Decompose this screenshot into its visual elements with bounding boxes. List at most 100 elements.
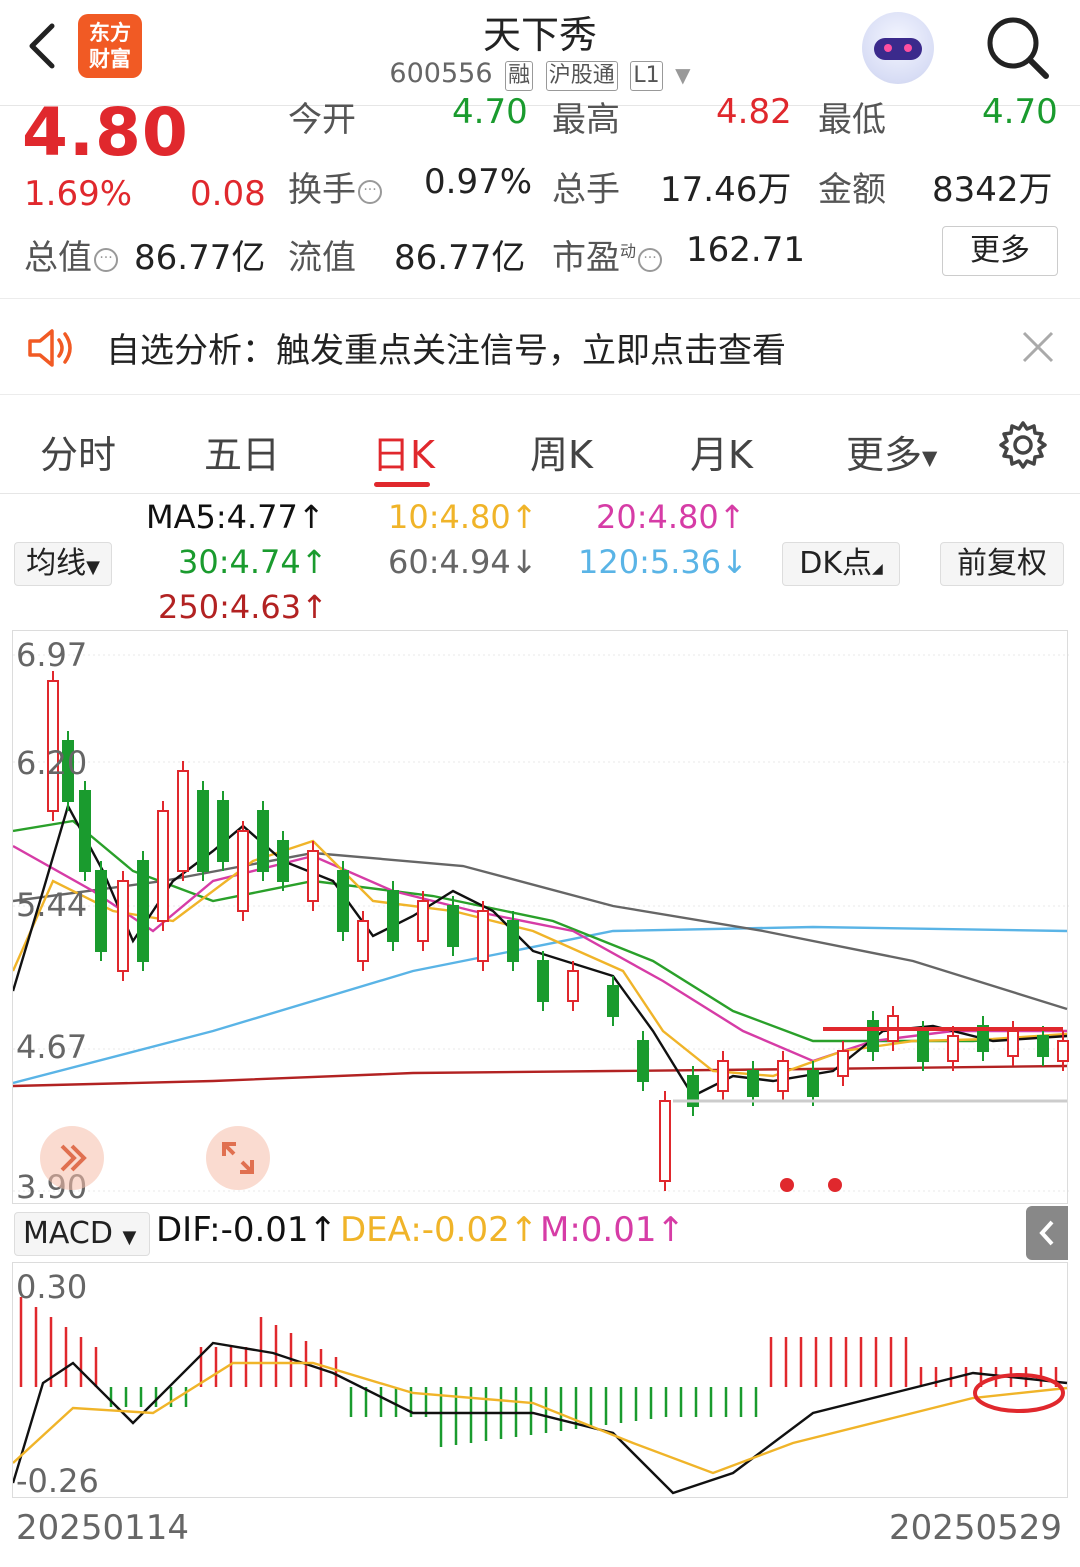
candle-body [257, 810, 269, 872]
kline-svg [11, 654, 1069, 1192]
macd-y-top: 0.30 [16, 1268, 88, 1306]
info-icon[interactable]: ··· [94, 247, 118, 272]
change-percent: 1.69% [24, 174, 133, 214]
dropdown-triangle-icon: ▼ [922, 445, 938, 470]
tab-five-day[interactable]: 五日 [204, 424, 280, 479]
candle-body [607, 985, 619, 1017]
speaker-icon [28, 329, 72, 367]
amount-label: 金额 [818, 170, 886, 210]
candle-body [137, 860, 149, 962]
tab-weekly-k[interactable]: 周K [530, 424, 593, 479]
turnover-value: 0.97% [424, 162, 533, 202]
candle-body [337, 870, 349, 932]
candle-body [387, 890, 399, 942]
candle-body [747, 1070, 759, 1097]
quote-panel: 4.80 1.69% 0.08 今开 4.70 最高 4.82 最低 4.70 … [0, 92, 1080, 298]
expand-left-button[interactable] [40, 1126, 104, 1190]
fullscreen-button[interactable] [206, 1126, 270, 1190]
market-cap-value: 86.77亿 [134, 238, 266, 278]
tab-monthly-k[interactable]: 月K [690, 424, 753, 479]
macd-svg [11, 1297, 1068, 1495]
candle-body [717, 1060, 729, 1092]
ma60-value: 60:4.94↓ [388, 543, 538, 581]
volume-label: 总手 [552, 170, 620, 210]
float-cap-label: 流值 [288, 238, 356, 278]
candle-body [837, 1050, 849, 1077]
ma-line [11, 802, 1068, 1098]
ma5-value: MA5:4.77↑ [146, 498, 325, 536]
info-icon[interactable]: ··· [638, 247, 663, 272]
adjust-mode-button[interactable]: 前复权 [940, 542, 1064, 586]
candle-body [947, 1035, 959, 1062]
tab-daily-k[interactable]: 日K [372, 424, 435, 479]
change-amount: 0.08 [190, 174, 266, 214]
notice-text: 自选分析：触发重点关注信号，立即点击查看 [106, 331, 786, 371]
tab-more[interactable]: 更多▼ [846, 424, 937, 479]
double-chevron-icon [60, 1144, 87, 1172]
marker-dot [828, 1178, 842, 1192]
candle-body [95, 870, 107, 952]
candle-body [1037, 1035, 1049, 1057]
low-value: 4.70 [982, 92, 1058, 132]
dea-line [12, 1361, 1068, 1475]
dropdown-triangle-icon: ▼ [86, 557, 100, 578]
dif-line [11, 1341, 1068, 1495]
period-tabs: 分时 五日 日K 周K 月K 更多▼ [0, 396, 1080, 494]
candle-body [417, 900, 429, 942]
ma30-value: 30:4.74↑ [178, 543, 328, 581]
last-price: 4.80 [22, 94, 189, 171]
ma-selector[interactable]: 均线▼ [14, 542, 112, 586]
candle-body [1007, 1030, 1019, 1057]
tag-margin: 融 [505, 61, 534, 91]
macd-dif: DIF:-0.01↑ [156, 1210, 338, 1250]
ma20-value: 20:4.80↑ [596, 498, 746, 536]
macd-chart[interactable] [11, 1262, 1068, 1498]
collapse-side-button[interactable] [1026, 1206, 1068, 1260]
close-icon[interactable] [1020, 329, 1056, 365]
candle-body [177, 770, 189, 872]
tag-connect: 沪股通 [545, 61, 618, 91]
search-icon[interactable] [982, 12, 1052, 82]
candle-body [1057, 1040, 1069, 1062]
dropdown-triangle-icon[interactable]: ▼ [675, 63, 690, 87]
float-cap-value: 86.77亿 [394, 238, 526, 278]
open-value: 4.70 [452, 92, 528, 132]
high-value: 4.82 [716, 92, 792, 132]
robot-assistant-icon[interactable] [862, 12, 934, 84]
candle-body [659, 1100, 671, 1182]
ma10-value: 10:4.80↑ [388, 498, 538, 536]
more-quote-button[interactable]: 更多 [942, 226, 1058, 276]
pe-label: 市盈动 ··· [552, 230, 663, 279]
turnover-label: 换手 ··· [288, 162, 382, 211]
macd-m: M:0.01↑ [540, 1210, 685, 1250]
dropdown-triangle-icon: ▼ [122, 1227, 137, 1248]
start-date: 20250114 [16, 1508, 190, 1548]
candle-body [447, 905, 459, 947]
chevron-left-icon [1039, 1220, 1054, 1246]
candle-body [237, 830, 249, 912]
y-axis-label-top: 6.97 [16, 636, 88, 674]
notice-bar[interactable]: 自选分析：触发重点关注信号，立即点击查看 [0, 299, 1080, 395]
volume-value: 17.46万 [660, 170, 792, 210]
candle-body [357, 920, 369, 962]
market-cap-label: 总值 ··· [24, 230, 118, 279]
info-icon[interactable]: ··· [358, 179, 382, 204]
macd-selector[interactable]: MACD ▼ [14, 1212, 150, 1256]
y-axis-label-2: 6.20 [16, 744, 88, 782]
candle-body [217, 800, 229, 862]
candle-body [867, 1020, 879, 1052]
open-label: 今开 [288, 100, 356, 140]
tag-level: L1 [630, 61, 663, 91]
kline-chart[interactable] [11, 630, 1069, 1204]
corner-triangle-icon: ◢ [872, 561, 883, 577]
gear-icon[interactable] [998, 420, 1048, 470]
dk-point-button[interactable]: DK点◢ [782, 542, 900, 586]
fullscreen-icon [222, 1142, 254, 1174]
candle-body [917, 1030, 929, 1062]
tab-intraday[interactable]: 分时 [40, 424, 116, 479]
candle-body [477, 910, 489, 962]
pe-dynamic-sup: 动 [620, 241, 637, 261]
marker-dot [780, 1178, 794, 1192]
candle-body [567, 970, 579, 1002]
candle-body [307, 850, 319, 902]
